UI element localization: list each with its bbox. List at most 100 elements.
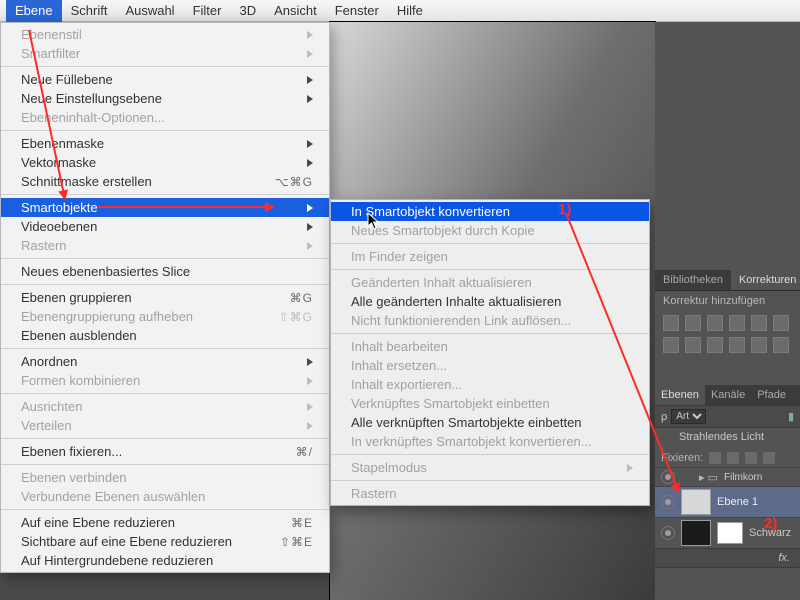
adj-icon[interactable]	[707, 315, 723, 331]
menu-ebene[interactable]: Ebene	[6, 0, 62, 22]
adj-icon[interactable]	[685, 315, 701, 331]
separator	[1, 194, 329, 195]
visibility-icon[interactable]	[661, 526, 675, 540]
layer-row-2[interactable]: Schwarz	[655, 517, 800, 548]
menu-item: Geänderten Inhalt aktualisieren	[331, 273, 649, 292]
adj-icon[interactable]	[663, 337, 679, 353]
adj-icon[interactable]	[685, 337, 701, 353]
menu-item: Ebenenstil	[1, 25, 329, 44]
menu-fenster[interactable]: Fenster	[326, 0, 388, 22]
menu-item-label: Verteilen	[21, 418, 301, 433]
submenu-arrow-icon	[627, 464, 633, 472]
menu-item-label: Ebenen verbinden	[21, 470, 313, 485]
layer-mask-thumb[interactable]	[717, 522, 743, 544]
menu-item: Stapelmodus	[331, 458, 649, 477]
submenu-arrow-icon	[307, 223, 313, 231]
adj-icon[interactable]	[707, 337, 723, 353]
lock-bar[interactable]: Fixieren:	[655, 449, 800, 467]
tab-bibliotheken[interactable]: Bibliotheken	[655, 270, 731, 290]
menu-item[interactable]: Auf eine Ebene reduzieren⌘E	[1, 513, 329, 532]
menu-item[interactable]: Anordnen	[1, 352, 329, 371]
separator	[331, 480, 649, 481]
menu-item-label: Verbundene Ebenen auswählen	[21, 489, 313, 504]
menu-item-label: Ebenengruppierung aufheben	[21, 309, 279, 324]
adj-icon[interactable]	[751, 337, 767, 353]
lock-icon[interactable]	[709, 452, 721, 464]
adj-icon[interactable]	[751, 315, 767, 331]
menu-item[interactable]: Alle verknüpften Smartobjekte einbetten	[331, 413, 649, 432]
adj-icon[interactable]	[773, 337, 789, 353]
menu-item-label: Ebenen gruppieren	[21, 290, 290, 305]
separator	[1, 348, 329, 349]
menu-item-label: Neue Füllebene	[21, 72, 301, 87]
menu-item-label: Formen kombinieren	[21, 373, 301, 388]
tab-korrekturen[interactable]: Korrekturen	[731, 270, 800, 290]
tab-pfade[interactable]: Pfade	[751, 385, 792, 405]
menu-smartobjekte-submenu[interactable]: In Smartobjekt konvertierenNeues Smartob…	[330, 199, 650, 506]
menu-ebene-dropdown[interactable]: EbenenstilSmartfilterNeue FüllebeneNeue …	[0, 22, 330, 573]
panel-tabs-top[interactable]: Bibliotheken Korrekturen	[655, 270, 800, 291]
menu-item-label: Alle geänderten Inhalte aktualisieren	[351, 294, 633, 309]
menu-filter[interactable]: Filter	[184, 0, 231, 22]
menu-item[interactable]: Ebenen gruppieren⌘G	[1, 288, 329, 307]
panel-tabs-layers[interactable]: Ebenen Kanäle Pfade	[655, 385, 800, 405]
menu-item-label: Videoebenen	[21, 219, 301, 234]
adjustment-icons[interactable]	[655, 311, 800, 363]
layer-thumb[interactable]	[681, 520, 711, 546]
submenu-arrow-icon	[307, 31, 313, 39]
menu-hilfe[interactable]: Hilfe	[388, 0, 432, 22]
menu-3d[interactable]: 3D	[230, 0, 265, 22]
layer-footer[interactable]: fx.	[655, 548, 800, 568]
menu-item: Verteilen	[1, 416, 329, 435]
layer-thumb[interactable]	[681, 489, 711, 515]
layer-filter-bar[interactable]: ρ Art ▮	[655, 405, 800, 428]
annotation-label-2: 2)	[764, 515, 777, 532]
menu-item: Inhalt ersetzen...	[331, 356, 649, 375]
lock-icon[interactable]	[727, 452, 739, 464]
adj-icon[interactable]	[773, 315, 789, 331]
shortcut: ⇧⌘E	[280, 535, 313, 549]
shortcut: ⌘G	[290, 291, 313, 305]
visibility-icon[interactable]	[661, 495, 675, 509]
separator	[1, 438, 329, 439]
separator	[331, 454, 649, 455]
adj-icon[interactable]	[729, 315, 745, 331]
fx-icon[interactable]: fx.	[778, 552, 790, 564]
menu-item[interactable]: Neues ebenenbasiertes Slice	[1, 262, 329, 281]
menu-item[interactable]: Neue Einstellungsebene	[1, 89, 329, 108]
shortcut: ⌘E	[291, 516, 313, 530]
menu-item-label: Auf eine Ebene reduzieren	[21, 515, 291, 530]
submenu-arrow-icon	[307, 377, 313, 385]
menu-item-label: Neue Einstellungsebene	[21, 91, 301, 106]
menu-item-label: Auf Hintergrundebene reduzieren	[21, 553, 313, 568]
tab-ebenen[interactable]: Ebenen	[655, 385, 705, 405]
lock-icon[interactable]	[745, 452, 757, 464]
menu-item: Nicht funktionierenden Link auflösen...	[331, 311, 649, 330]
tab-kanaele[interactable]: Kanäle	[705, 385, 751, 405]
menu-auswahl[interactable]: Auswahl	[116, 0, 183, 22]
menu-item[interactable]: Neue Füllebene	[1, 70, 329, 89]
menu-item: In verknüpftes Smartobjekt konvertieren.…	[331, 432, 649, 451]
adj-icon[interactable]	[729, 337, 745, 353]
menu-ansicht[interactable]: Ansicht	[265, 0, 326, 22]
menu-item: Im Finder zeigen	[331, 247, 649, 266]
layer-kind-select[interactable]: Art	[671, 409, 706, 424]
menu-item-label: Vektormaske	[21, 155, 301, 170]
submenu-arrow-icon	[307, 76, 313, 84]
menu-item[interactable]: Ebenen fixieren...⌘/	[1, 442, 329, 461]
menu-item[interactable]: Sichtbare auf eine Ebene reduzieren⇧⌘E	[1, 532, 329, 551]
adj-icon[interactable]	[663, 315, 679, 331]
menu-item[interactable]: Schnittmaske erstellen⌥⌘G	[1, 172, 329, 191]
menu-item-label: Im Finder zeigen	[351, 249, 633, 264]
menu-item-label: Inhalt bearbeiten	[351, 339, 633, 354]
menu-item-label: Inhalt exportieren...	[351, 377, 633, 392]
lock-icon[interactable]	[763, 452, 775, 464]
menu-item[interactable]: Ebenen ausblenden	[1, 326, 329, 345]
menubar: EbeneSchriftAuswahlFilter3DAnsichtFenste…	[0, 0, 800, 22]
separator	[331, 243, 649, 244]
menu-item[interactable]: Videoebenen	[1, 217, 329, 236]
menu-item: Verknüpftes Smartobjekt einbetten	[331, 394, 649, 413]
menu-schrift[interactable]: Schrift	[62, 0, 117, 22]
menu-item[interactable]: Vektormaske	[1, 153, 329, 172]
menu-item[interactable]: Auf Hintergrundebene reduzieren	[1, 551, 329, 570]
